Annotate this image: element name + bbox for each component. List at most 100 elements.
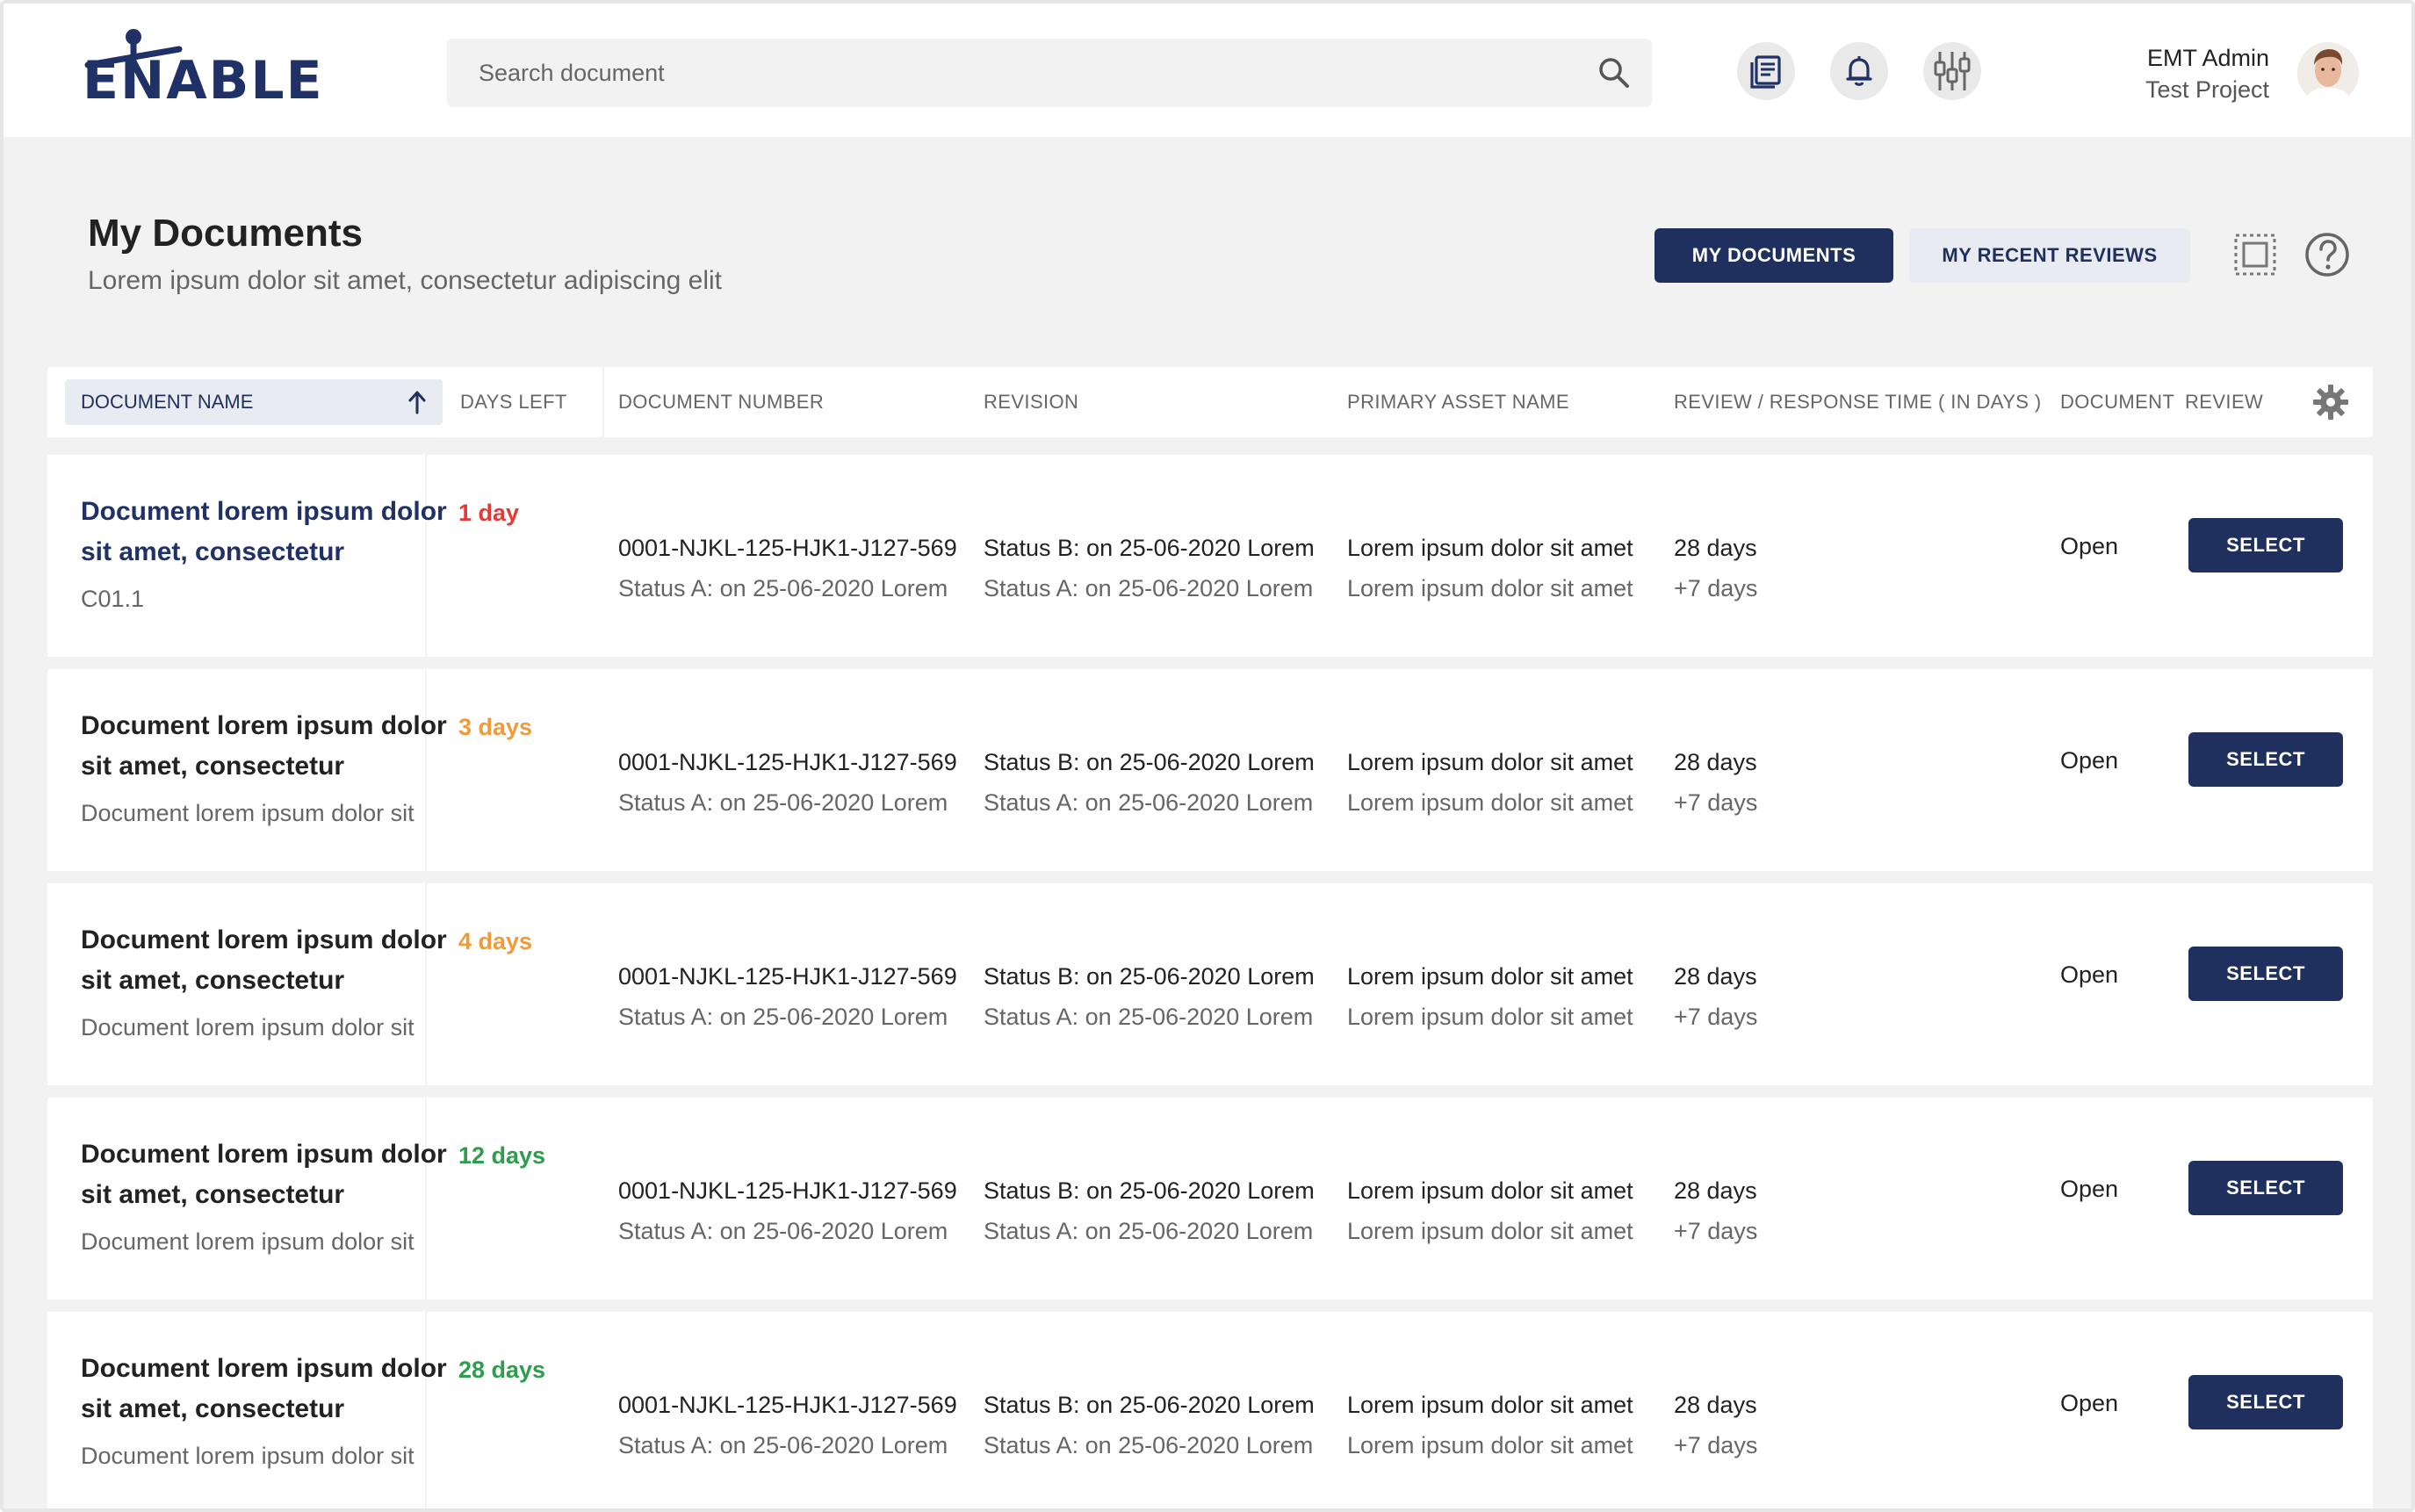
table-row[interactable]: Document lorem ipsum dolor sit amet, con… — [47, 669, 2373, 871]
sort-ascending-icon[interactable] — [407, 390, 427, 414]
column-header-label: DOCUMENT NAME — [81, 391, 254, 413]
column-header-days-left[interactable]: DAYS LEFT — [460, 367, 567, 437]
days-left-value: 1 day — [458, 500, 520, 526]
revision-status-secondary: Status A: on 25-06-2020 Lorem — [984, 1432, 1314, 1458]
document-status: Open — [2060, 747, 2119, 774]
revision-status: Status B: on 25-06-2020 Lorem — [984, 963, 1315, 990]
table-row[interactable]: Document lorem ipsum dolor sit amet, con… — [47, 1098, 2373, 1300]
avatar[interactable] — [2297, 42, 2359, 104]
document-status: Open — [2060, 961, 2119, 988]
logo-text: ENABLE — [83, 50, 324, 112]
gear-icon[interactable] — [2311, 383, 2350, 421]
user-name: EMT Admin — [2146, 45, 2269, 71]
bell-icon — [1846, 56, 1872, 86]
top-bar: ENABLE Search document EMT Admin Test Pr… — [4, 4, 2411, 137]
document-list-icon — [1750, 55, 1781, 89]
revision-status-secondary: Status A: on 25-06-2020 Lorem — [984, 1004, 1314, 1030]
column-header-review[interactable]: REVIEW — [2185, 367, 2263, 437]
select-button[interactable]: SELECT — [2188, 1375, 2343, 1429]
document-name[interactable]: Document lorem ipsum dolor sit amet, con… — [81, 920, 450, 1001]
tab-my-documents[interactable]: MY DOCUMENTS — [1654, 228, 1893, 283]
document-status: Open — [2060, 533, 2119, 559]
primary-asset-name: Lorem ipsum dolor sit amet — [1347, 1392, 1633, 1418]
search-icon[interactable] — [1596, 54, 1633, 91]
document-name[interactable]: Document lorem ipsum dolor sit amet, con… — [81, 1134, 450, 1215]
page-title: My Documents — [88, 212, 363, 255]
document-number: 0001-NJKL-125-HJK1-J127-569 — [618, 535, 957, 561]
revision-status-secondary: Status A: on 25-06-2020 Lorem — [984, 1218, 1314, 1244]
document-name[interactable]: Document lorem ipsum dolor sit amet, con… — [81, 1349, 450, 1429]
search-bar — [447, 39, 1652, 107]
days-left-value: 3 days — [458, 714, 533, 740]
document-status: Open — [2060, 1176, 2119, 1202]
review-time: 28 days — [1674, 535, 1757, 561]
primary-asset-name: Lorem ipsum dolor sit amet — [1347, 963, 1633, 990]
enable-logo[interactable]: ENABLE — [83, 28, 322, 112]
document-description: Document lorem ipsum dolor sit — [81, 1014, 415, 1040]
select-button[interactable]: SELECT — [2188, 947, 2343, 1001]
notifications-button[interactable] — [1830, 42, 1888, 100]
review-time: 28 days — [1674, 1392, 1757, 1418]
response-time: +7 days — [1674, 575, 1758, 601]
document-number-status: Status A: on 25-06-2020 Lorem — [618, 575, 948, 601]
table-row[interactable]: Document lorem ipsum dolor sit amet, con… — [47, 455, 2373, 657]
primary-asset-name: Lorem ipsum dolor sit amet — [1347, 535, 1633, 561]
document-number-status: Status A: on 25-06-2020 Lorem — [618, 1004, 948, 1030]
review-time: 28 days — [1674, 963, 1757, 990]
document-description: Document lorem ipsum dolor sit — [81, 1228, 415, 1255]
document-number: 0001-NJKL-125-HJK1-J127-569 — [618, 749, 957, 775]
revision-status: Status B: on 25-06-2020 Lorem — [984, 1177, 1315, 1204]
select-button[interactable]: SELECT — [2188, 732, 2343, 787]
review-time: 28 days — [1674, 1177, 1757, 1204]
select-button[interactable]: SELECT — [2188, 1161, 2343, 1215]
column-header-revision[interactable]: REVISION — [984, 367, 1078, 437]
page-subtitle: Lorem ipsum dolor sit amet, consectetur … — [88, 266, 722, 295]
primary-asset-name: Lorem ipsum dolor sit amet — [1347, 1177, 1633, 1204]
response-time: +7 days — [1674, 1432, 1758, 1458]
primary-asset-secondary: Lorem ipsum dolor sit amet — [1347, 1004, 1633, 1030]
document-number: 0001-NJKL-125-HJK1-J127-569 — [618, 963, 957, 990]
revision-status: Status B: on 25-06-2020 Lorem — [984, 535, 1315, 561]
column-header-document-number[interactable]: DOCUMENT NUMBER — [618, 367, 824, 437]
column-divider — [602, 367, 604, 437]
select-button[interactable]: SELECT — [2188, 518, 2343, 572]
revision-status-secondary: Status A: on 25-06-2020 Lorem — [984, 789, 1314, 816]
column-header-document-name[interactable]: DOCUMENT NAME — [65, 379, 443, 425]
document-list-button[interactable] — [1737, 42, 1795, 100]
revision-status: Status B: on 25-06-2020 Lorem — [984, 749, 1315, 775]
document-description: Document lorem ipsum dolor sit — [81, 800, 415, 826]
help-icon[interactable] — [2303, 230, 2352, 279]
days-left-value: 4 days — [458, 928, 533, 954]
primary-asset-secondary: Lorem ipsum dolor sit amet — [1347, 1218, 1633, 1244]
document-number-status: Status A: on 25-06-2020 Lorem — [618, 1218, 948, 1244]
document-description: Document lorem ipsum dolor sit — [81, 1443, 415, 1469]
filters-button[interactable] — [1923, 42, 1981, 100]
document-number-status: Status A: on 25-06-2020 Lorem — [618, 1432, 948, 1458]
search-input[interactable] — [447, 39, 1571, 107]
document-number: 0001-NJKL-125-HJK1-J127-569 — [618, 1392, 957, 1418]
primary-asset-secondary: Lorem ipsum dolor sit amet — [1347, 575, 1633, 601]
column-header-document[interactable]: DOCUMENT — [2060, 367, 2174, 437]
table-row[interactable]: Document lorem ipsum dolor sit amet, con… — [47, 883, 2373, 1085]
select-all-icon[interactable] — [2231, 230, 2280, 279]
user-project: Test Project — [2145, 76, 2269, 103]
primary-asset-secondary: Lorem ipsum dolor sit amet — [1347, 1432, 1633, 1458]
table-row[interactable]: Document lorem ipsum dolor sit amet, con… — [47, 1312, 2373, 1508]
document-name-link[interactable]: Document lorem ipsum dolor sit amet, con… — [81, 492, 450, 572]
review-time: 28 days — [1674, 749, 1757, 775]
document-name[interactable]: Document lorem ipsum dolor sit amet, con… — [81, 706, 450, 787]
document-status: Open — [2060, 1390, 2119, 1416]
document-code: C01.1 — [81, 586, 145, 612]
days-left-value: 12 days — [458, 1142, 546, 1169]
tab-my-recent-reviews[interactable]: MY RECENT REVIEWS — [1909, 228, 2190, 283]
primary-asset-name: Lorem ipsum dolor sit amet — [1347, 749, 1633, 775]
response-time: +7 days — [1674, 1004, 1758, 1030]
document-number: 0001-NJKL-125-HJK1-J127-569 — [618, 1177, 957, 1204]
revision-status: Status B: on 25-06-2020 Lorem — [984, 1392, 1315, 1418]
document-number-status: Status A: on 25-06-2020 Lorem — [618, 789, 948, 816]
response-time: +7 days — [1674, 789, 1758, 816]
equalizer-icon — [1934, 52, 1971, 90]
primary-asset-secondary: Lorem ipsum dolor sit amet — [1347, 789, 1633, 816]
column-header-review-response-time[interactable]: REVIEW / RESPONSE TIME ( IN DAYS ) — [1674, 367, 2042, 437]
column-header-primary-asset-name[interactable]: PRIMARY ASSET NAME — [1347, 367, 1569, 437]
